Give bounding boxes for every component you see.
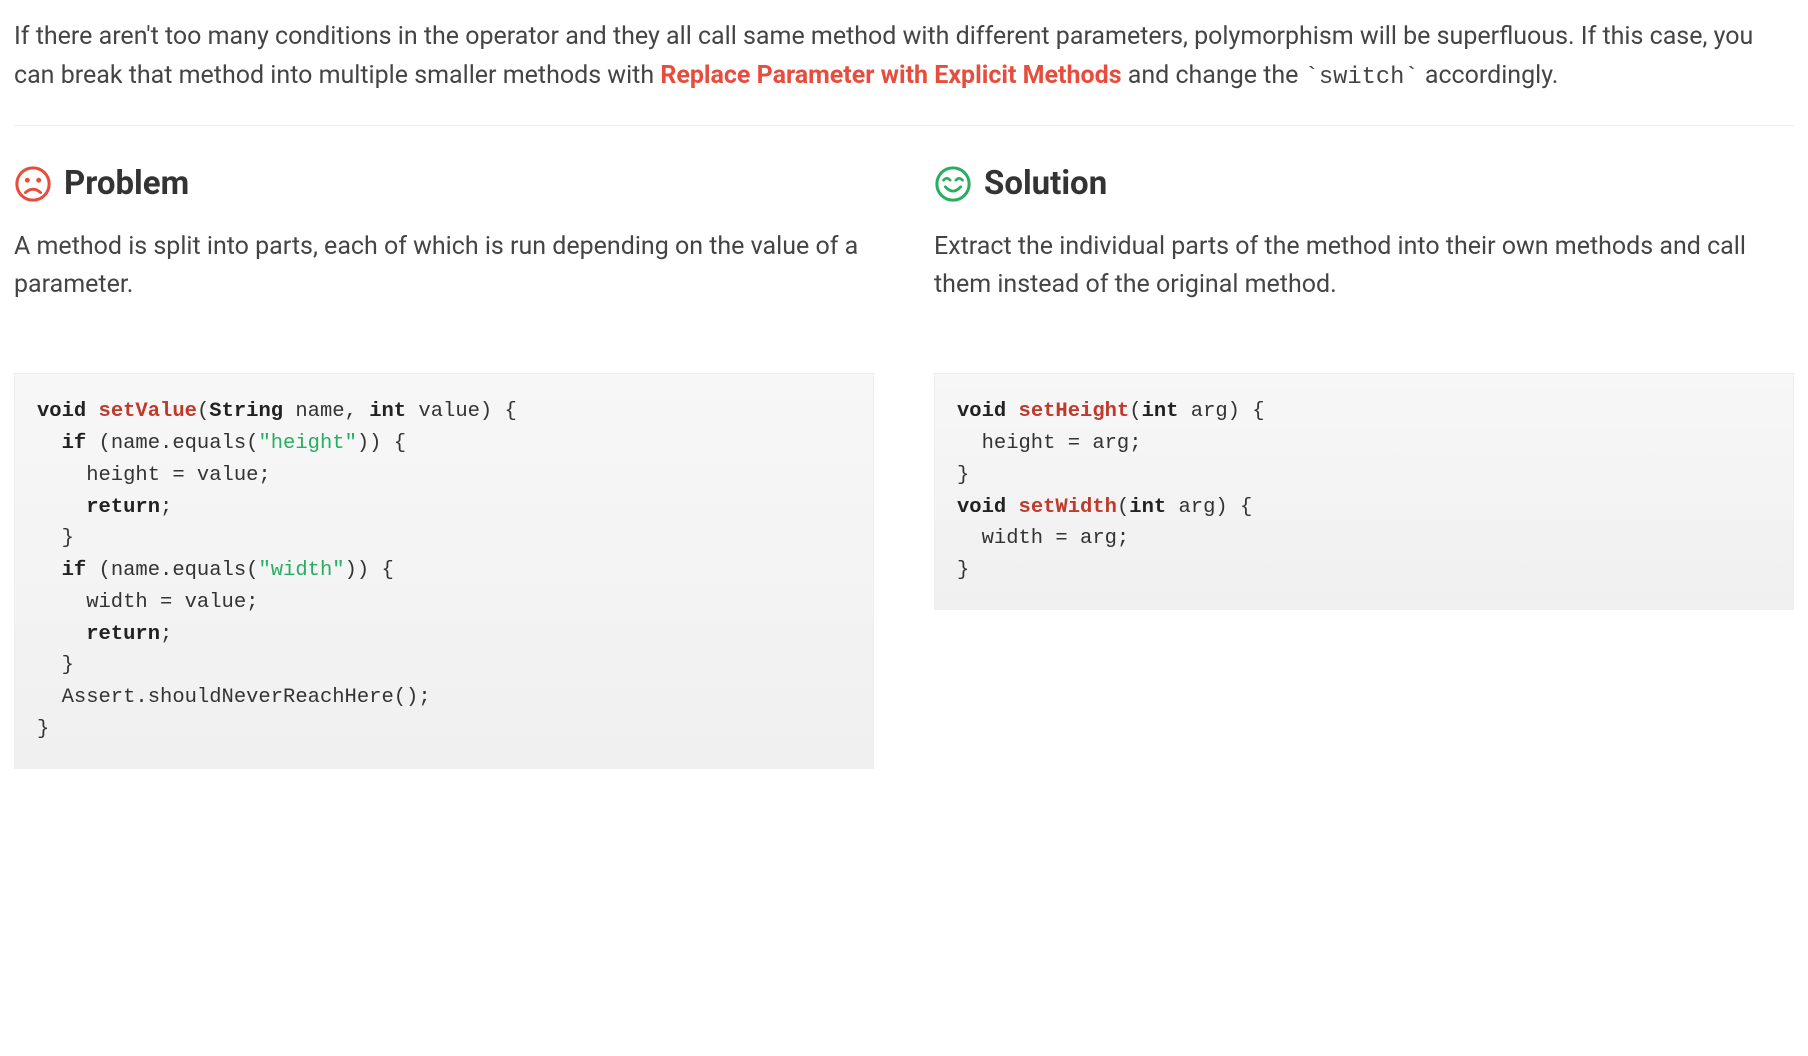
solution-heading-text: Solution — [984, 158, 1107, 211]
problem-heading: Problem — [14, 158, 874, 211]
intro-link[interactable]: Replace Parameter with Explicit Methods — [660, 61, 1121, 90]
happy-face-icon — [934, 165, 972, 203]
problem-column: Problem A method is split into parts, ea… — [14, 158, 874, 769]
problem-heading-text: Problem — [64, 158, 189, 211]
sad-face-icon — [14, 165, 52, 203]
intro-post-accordingly: accordingly. — [1419, 61, 1559, 90]
problem-code: void setValue(String name, int value) { … — [14, 373, 874, 768]
columns: Problem A method is split into parts, ea… — [14, 158, 1794, 769]
solution-heading: Solution — [934, 158, 1794, 211]
intro-post-and: and change the — [1122, 61, 1305, 90]
problem-desc: A method is split into parts, each of wh… — [14, 228, 874, 303]
solution-code: void setHeight(int arg) { height = arg; … — [934, 373, 1794, 610]
solution-column: Solution Extract the individual parts of… — [934, 158, 1794, 769]
intro-paragraph: If there aren't too many conditions in t… — [14, 18, 1794, 126]
solution-desc: Extract the individual parts of the meth… — [934, 228, 1794, 303]
intro-code: `switch` — [1305, 64, 1419, 91]
